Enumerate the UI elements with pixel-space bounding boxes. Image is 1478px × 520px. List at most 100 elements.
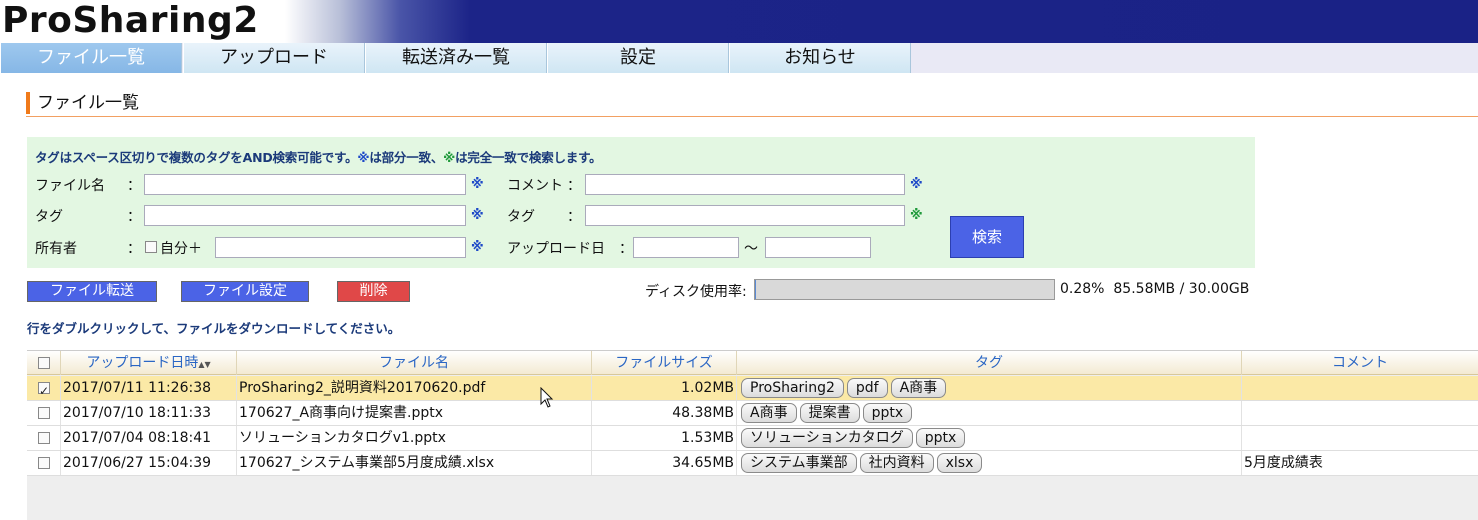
owner-colon: ： — [127, 241, 141, 257]
search-panel: タグはスペース区切りで複数のタグをAND検索可能です。※は部分一致、※は完全一致… — [27, 137, 1255, 268]
tag-chip[interactable]: xlsx — [936, 453, 983, 473]
table-row[interactable]: 2017/06/27 15:04:39 170627_システム事業部5月度成績.x… — [27, 451, 1478, 476]
row-select-cell[interactable] — [27, 401, 61, 425]
tag-label: タグ — [35, 209, 63, 225]
file-settings-button[interactable]: ファイル設定 — [181, 281, 309, 302]
header-filesize[interactable]: ファイルサイズ — [592, 351, 737, 375]
file-transfer-button[interactable]: ファイル転送 — [27, 281, 157, 302]
mouse-cursor-icon — [540, 387, 554, 408]
row-select-cell[interactable] — [27, 376, 61, 400]
table-row[interactable]: 2017/07/10 18:11:33 170627_A商事向け提案書.pptx 4… — [27, 401, 1478, 426]
tag-chip[interactable]: ProSharing2 — [741, 378, 844, 398]
owner-input[interactable] — [215, 237, 466, 258]
comment-partial-mark: ※ — [910, 177, 923, 192]
disk-usage-fill — [755, 280, 756, 299]
tab-notices[interactable]: お知らせ — [729, 43, 911, 73]
cell-tags: A商事 提案書 pptx — [737, 401, 1242, 425]
cell-filename: ProSharing2_説明資料20170620.pdf — [237, 376, 592, 400]
comment-colon: ： — [567, 178, 581, 194]
header-select-all[interactable] — [27, 351, 61, 375]
filename-input[interactable] — [144, 174, 466, 195]
upload-date-to-input[interactable] — [765, 237, 871, 258]
cell-tags: ProSharing2 pdf A商事 — [737, 376, 1242, 400]
comment-input[interactable] — [585, 174, 905, 195]
filename-colon: ： — [127, 178, 141, 194]
cell-comment: 5月度成績表 — [1244, 455, 1323, 471]
filename-partial-mark: ※ — [471, 177, 484, 192]
main-nav: ファイル一覧 アップロード 転送済み一覧 設定 お知らせ — [0, 43, 1478, 73]
row-select-cell[interactable] — [27, 451, 61, 475]
tag-colon: ： — [127, 209, 141, 225]
search-note-text-c: は完全一致で検索します。 — [455, 150, 602, 165]
owner-label: 所有者 — [35, 241, 77, 257]
exact-match-mark: ※ — [443, 150, 456, 165]
tag-chip[interactable]: 社内資料 — [859, 453, 934, 473]
row-checkbox[interactable] — [38, 379, 50, 400]
tag-exact-input[interactable] — [585, 205, 905, 226]
cell-comment — [1242, 401, 1478, 425]
disk-usage-percent: 0.28% — [1060, 281, 1105, 297]
file-table: アップロード日時▲▼ ファイル名 ファイルサイズ タグ コメント 2017/07… — [27, 350, 1478, 520]
disk-usage-text: 0.28% 85.58MB / 30.00GB — [1060, 281, 1249, 297]
tab-settings[interactable]: 設定 — [547, 43, 729, 73]
cell-upload-date: 2017/06/27 15:04:39 — [61, 451, 237, 475]
tag-exact-mark: ※ — [910, 208, 923, 223]
owner-self-label: 自分＋ — [160, 241, 202, 257]
tag-chip[interactable]: pptx — [915, 428, 966, 448]
tag-chip[interactable]: pptx — [862, 403, 913, 423]
tag-chip[interactable]: 提案書 — [799, 403, 860, 423]
cell-filesize: 48.38MB — [592, 401, 737, 425]
row-select-cell[interactable] — [27, 426, 61, 450]
table-row[interactable]: 2017/07/04 08:18:41 ソリューションカタログv1.pptx 1.5… — [27, 426, 1478, 451]
cell-comment — [1242, 376, 1478, 400]
tag-chip[interactable]: ソリューションカタログ — [741, 428, 913, 448]
tag-input[interactable] — [144, 205, 466, 226]
header-upload-date[interactable]: アップロード日時▲▼ — [61, 351, 237, 375]
search-note-text-a: タグはスペース区切りで複数のタグをAND検索可能です。 — [35, 150, 358, 165]
header-comment[interactable]: コメント — [1242, 351, 1478, 375]
tab-file-list[interactable]: ファイル一覧 — [0, 43, 182, 73]
tag2-colon: ： — [567, 209, 581, 225]
header-tags[interactable]: タグ — [737, 351, 1242, 375]
tab-upload[interactable]: アップロード — [183, 43, 365, 73]
owner-partial-mark: ※ — [471, 240, 484, 255]
app-logo: ProSharing2 — [2, 0, 259, 41]
select-all-checkbox[interactable] — [38, 357, 50, 369]
row-checkbox[interactable] — [38, 457, 50, 469]
cell-tags: システム事業部 社内資料 xlsx — [737, 451, 1242, 475]
delete-button[interactable]: 削除 — [337, 281, 410, 302]
upload-date-from-input[interactable] — [633, 237, 739, 258]
table-header: アップロード日時▲▼ ファイル名 ファイルサイズ タグ コメント — [27, 351, 1478, 375]
owner-self-checkbox[interactable] — [145, 241, 157, 253]
tag-chip[interactable]: システム事業部 — [741, 453, 857, 473]
filename-label: ファイル名 — [35, 178, 105, 194]
search-note: タグはスペース区切りで複数のタグをAND検索可能です。※は部分一致、※は完全一致… — [35, 147, 602, 166]
cell-filename: ソリューションカタログv1.pptx — [237, 426, 592, 450]
cell-filename: 170627_システム事業部5月度成績.xlsx — [237, 451, 592, 475]
row-checkbox[interactable] — [38, 432, 50, 444]
partial-match-mark: ※ — [357, 150, 370, 165]
cell-comment — [1242, 426, 1478, 450]
sort-icon[interactable]: ▲▼ — [198, 360, 210, 369]
tag-chip[interactable]: A商事 — [741, 403, 797, 423]
table-row[interactable]: 2017/07/11 11:26:38ProSharing2_説明資料20170… — [27, 376, 1478, 401]
upload-date-label: アップロード日 — [507, 241, 605, 257]
cell-tags: ソリューションカタログ pptx — [737, 426, 1242, 450]
header-filename[interactable]: ファイル名 — [237, 351, 592, 375]
tag-chip[interactable]: A商事 — [890, 378, 947, 398]
row-checkbox[interactable] — [38, 407, 50, 419]
search-note-text-b: は部分一致、 — [369, 150, 444, 165]
tag-chip[interactable]: pdf — [846, 378, 888, 398]
search-button[interactable]: 検索 — [950, 216, 1024, 258]
comment-label: コメント — [507, 178, 563, 194]
cell-filesize: 1.02MB — [592, 376, 737, 400]
cell-upload-date: 2017/07/04 08:18:41 — [61, 426, 237, 450]
disk-usage-bar — [754, 279, 1055, 300]
date-range-separator: 〜 — [744, 241, 758, 257]
cell-filename: 170627_A商事向け提案書.pptx — [237, 401, 592, 425]
page-title: ファイル一覧 — [26, 92, 139, 114]
tag-partial-mark: ※ — [471, 208, 484, 223]
tab-transferred[interactable]: 転送済み一覧 — [365, 43, 547, 73]
upload-date-colon: ： — [619, 241, 633, 257]
download-hint: 行をダブルクリックして、ファイルをダウンロードしてください。 — [27, 321, 401, 336]
